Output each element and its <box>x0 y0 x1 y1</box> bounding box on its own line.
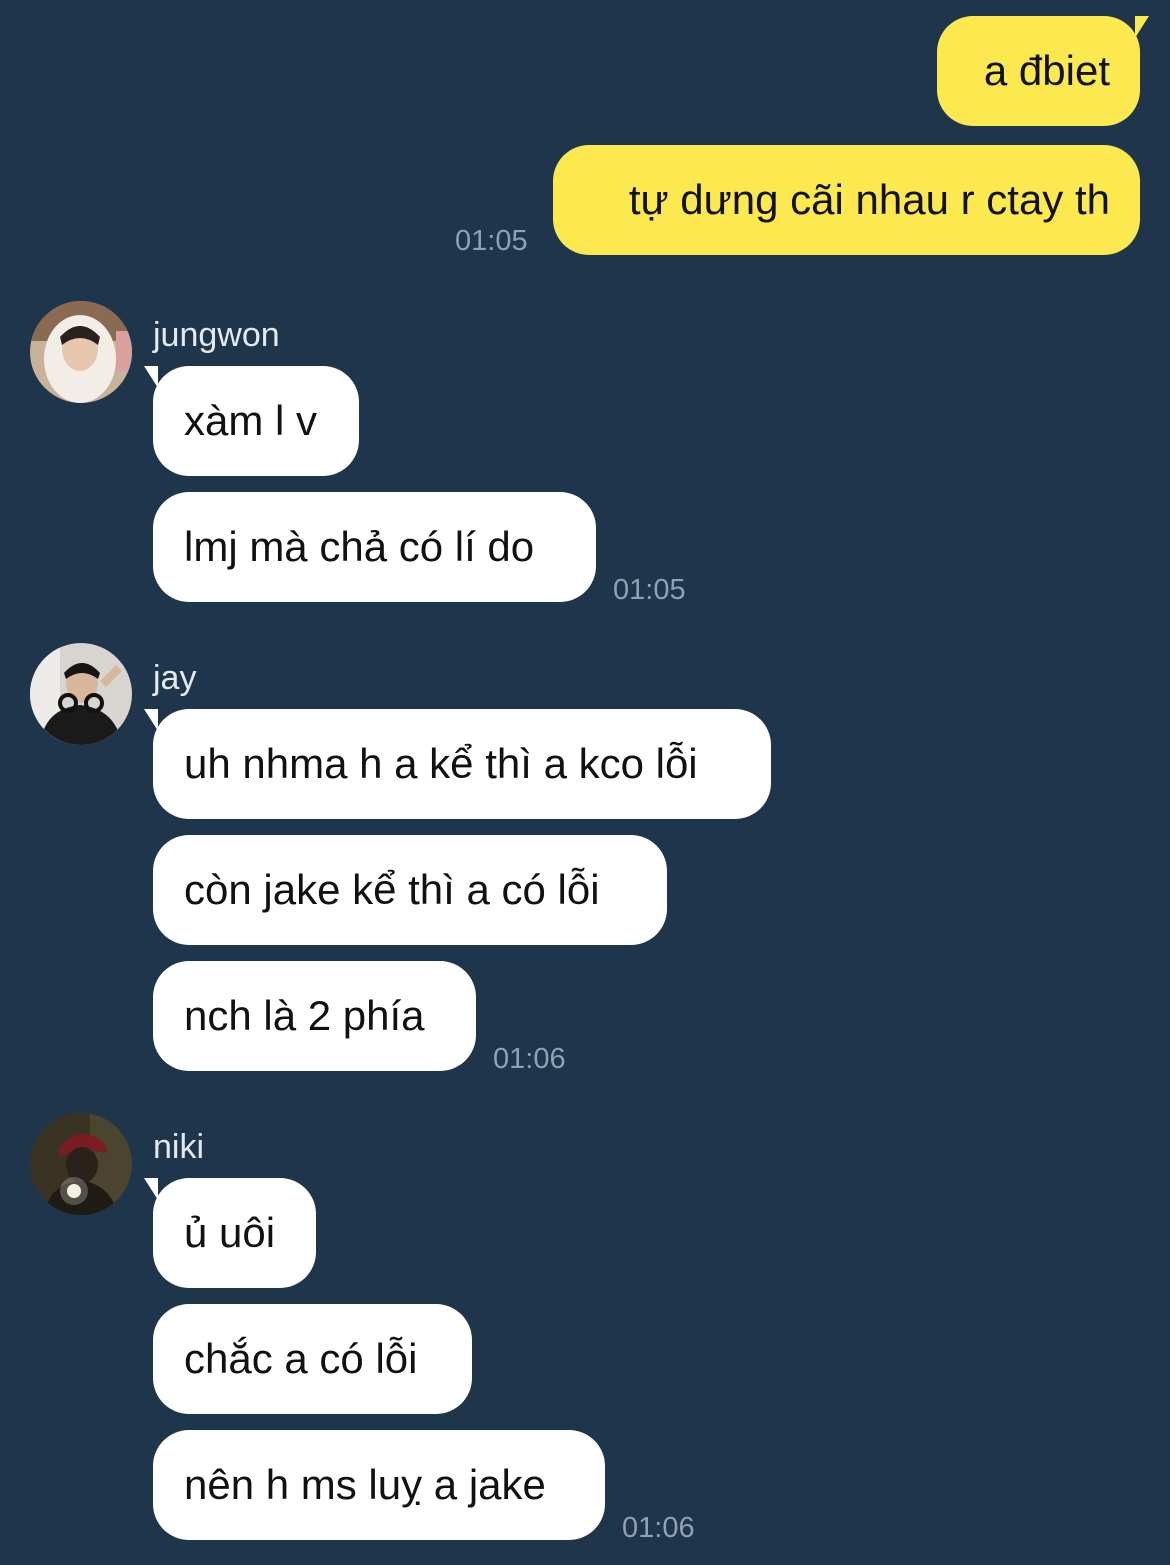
incoming-message[interactable]: nch là 2 phía <box>153 961 476 1071</box>
message-text: còn jake kể thì a có lỗi <box>184 866 600 913</box>
message-timestamp: 01:06 <box>493 1043 566 1075</box>
message-text: chắc a có lỗi <box>184 1335 418 1382</box>
message-timestamp: 01:06 <box>622 1512 695 1544</box>
sender-name: jungwon <box>153 316 280 354</box>
message-timestamp: 01:05 <box>455 225 528 257</box>
message-timestamp: 01:05 <box>613 574 686 606</box>
sender-name: jay <box>153 659 197 697</box>
incoming-message[interactable]: nên h ms luỵ a jake <box>153 1430 605 1540</box>
outgoing-message[interactable]: a đbiet <box>937 16 1149 126</box>
message-text: uh nhma h a kể thì a kco lỗi <box>184 740 698 787</box>
message-text: lmj mà chả có lí do <box>184 523 535 570</box>
avatar-niki[interactable] <box>30 1113 132 1215</box>
sender-name: niki <box>153 1128 205 1166</box>
message-text: a đbiet <box>983 47 1110 94</box>
message-text: nên h ms luỵ a jake <box>184 1461 546 1508</box>
avatar-jay[interactable] <box>30 643 132 745</box>
message-text: xàm l v <box>184 397 318 444</box>
incoming-message[interactable]: còn jake kể thì a có lỗi <box>153 835 667 945</box>
incoming-message[interactable]: uh nhma h a kể thì a kco lỗi <box>144 709 771 819</box>
message-text: tự dưng cãi nhau r ctay th <box>628 176 1110 223</box>
incoming-message[interactable]: xàm l v <box>144 366 359 476</box>
incoming-message[interactable]: chắc a có lỗi <box>153 1304 472 1414</box>
avatar-jungwon[interactable] <box>30 301 132 403</box>
message-text: ủ uôi <box>184 1209 276 1256</box>
message-text: nch là 2 phía <box>184 992 425 1039</box>
incoming-message[interactable]: ủ uôi <box>144 1178 316 1288</box>
outgoing-message[interactable]: tự dưng cãi nhau r ctay th <box>553 145 1140 255</box>
incoming-message[interactable]: lmj mà chả có lí do <box>153 492 596 602</box>
